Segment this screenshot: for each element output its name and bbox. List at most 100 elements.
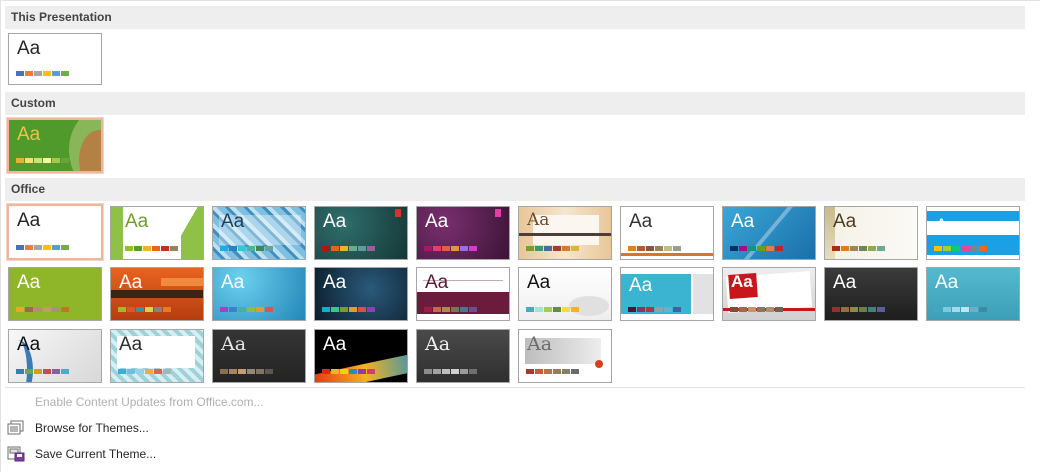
color-swatches (220, 246, 273, 251)
theme-thumb-this-presentation[interactable]: Aa (8, 33, 102, 85)
theme-thumb-retrospect[interactable]: Aa (620, 206, 714, 260)
color-swatches (628, 246, 681, 251)
decor-line (519, 233, 611, 236)
theme-preview-text: Aa (17, 210, 41, 231)
decor-bar (161, 278, 203, 286)
theme-thumb-mesh[interactable]: Aa (110, 329, 204, 383)
theme-thumb-parallax[interactable]: Aa (314, 329, 408, 383)
theme-preview-text: Aa (527, 210, 550, 230)
theme-preview-text: Aa (731, 211, 755, 232)
color-swatches (730, 307, 783, 312)
theme-preview-text: Aa (935, 216, 959, 237)
theme-preview-text: Aa (119, 334, 143, 355)
theme-thumb-banded[interactable]: Aa (926, 206, 1020, 260)
theme-preview-text: Aa (833, 211, 857, 232)
decor-tab (495, 209, 501, 217)
theme-thumb-ion[interactable]: Aa (314, 206, 408, 260)
color-swatches (322, 307, 375, 312)
browse-themes-icon (7, 420, 27, 436)
theme-preview-text: Aa (323, 272, 347, 293)
theme-preview-text: Aa (125, 211, 149, 232)
color-swatches (16, 245, 69, 250)
theme-thumb-main-event[interactable]: Aa (8, 329, 102, 383)
color-swatches (526, 307, 579, 312)
theme-thumb-damask[interactable]: Aa (416, 267, 510, 321)
theme-preview-text: Aa (425, 272, 449, 293)
theme-thumb-droplet[interactable]: Aa (722, 267, 816, 321)
menu-item-save-current-theme[interactable]: Save Current Theme... (7, 443, 156, 465)
theme-thumb-integral[interactable]: Aa (212, 206, 306, 260)
color-swatches (730, 246, 783, 251)
theme-preview-text: Aa (527, 272, 551, 293)
theme-preview-text: Aa (527, 333, 553, 355)
color-swatches (16, 158, 69, 163)
theme-thumb-wisp[interactable]: Aa (824, 206, 918, 260)
theme-gallery-panel: This Presentation Aa Custom Aa Office Aa… (0, 0, 1040, 472)
section-header-custom: Custom (5, 92, 1025, 115)
theme-thumb-office-theme[interactable]: Aa (7, 204, 103, 260)
theme-preview-text: Aa (425, 333, 451, 355)
theme-thumb-metropolitan[interactable]: Aa (212, 329, 306, 383)
color-swatches (118, 369, 171, 374)
theme-thumb-view[interactable]: Aa (518, 329, 612, 383)
menu-divider (5, 387, 1025, 388)
color-swatches (220, 369, 273, 374)
decor-dot (595, 360, 603, 368)
theme-preview-text: Aa (323, 334, 347, 355)
decor-shape (569, 296, 609, 316)
color-swatches (934, 307, 987, 312)
color-swatches (322, 369, 375, 374)
theme-thumb-dividend[interactable]: Aa (620, 267, 714, 321)
theme-preview-text: Aa (833, 272, 857, 293)
theme-preview-text: Aa (221, 211, 245, 232)
menu-item-enable-content-updates: Enable Content Updates from Office.com..… (7, 391, 264, 413)
theme-thumb-circuit[interactable]: Aa (314, 267, 408, 321)
color-swatches (424, 307, 477, 312)
color-swatches (934, 246, 987, 251)
section-header-office: Office (5, 178, 1025, 201)
color-swatches (628, 307, 681, 312)
color-swatches (220, 307, 273, 312)
section-header-this-presentation: This Presentation (5, 6, 1025, 29)
theme-preview-text: Aa (425, 211, 449, 232)
theme-preview-text: Aa (17, 272, 41, 293)
menu-item-browse-themes[interactable]: Browse for Themes... (7, 417, 149, 439)
color-swatches (125, 246, 178, 251)
theme-thumb-organic[interactable]: Aa (518, 206, 612, 260)
theme-thumb-depth[interactable]: Aa (518, 267, 612, 321)
theme-thumb-frame[interactable]: Aa (926, 267, 1020, 321)
theme-preview-text: Aa (629, 275, 653, 296)
decor-band (927, 235, 1019, 255)
theme-preview-text: Aa (17, 334, 41, 355)
color-swatches (424, 369, 477, 374)
decor-facet (181, 207, 203, 259)
color-swatches (424, 246, 477, 251)
theme-preview-text: Aa (221, 333, 247, 355)
theme-thumb-facet[interactable]: Aa (110, 206, 204, 260)
theme-thumb-celestial[interactable]: Aa (212, 267, 306, 321)
blank-icon (7, 394, 27, 410)
theme-thumb-ion-boardroom[interactable]: Aa (416, 206, 510, 260)
theme-preview-text: Aa (221, 272, 245, 293)
theme-thumb-custom-green[interactable]: Aa (7, 118, 103, 173)
save-theme-icon (7, 446, 27, 462)
theme-preview-text: Aa (731, 272, 753, 291)
color-swatches (322, 246, 375, 251)
theme-preview-text: Aa (17, 124, 41, 145)
theme-thumb-gallery[interactable]: Aa (824, 267, 918, 321)
color-swatches (526, 369, 579, 374)
decor-panel (693, 274, 713, 314)
decor-line (621, 253, 713, 256)
theme-thumb-slice[interactable]: Aa (722, 206, 816, 260)
theme-thumb-berlin[interactable]: Aa (110, 267, 204, 321)
color-swatches (832, 307, 885, 312)
decor-tab (395, 209, 401, 217)
decor-streak (315, 351, 407, 382)
theme-thumb-basis[interactable]: Aa (8, 267, 102, 321)
theme-preview-text: Aa (629, 211, 653, 232)
theme-preview-text: Aa (17, 38, 41, 59)
theme-thumb-savon[interactable]: Aa (416, 329, 510, 383)
color-swatches (832, 246, 885, 251)
decor-bar (111, 207, 123, 259)
color-swatches (16, 307, 69, 312)
